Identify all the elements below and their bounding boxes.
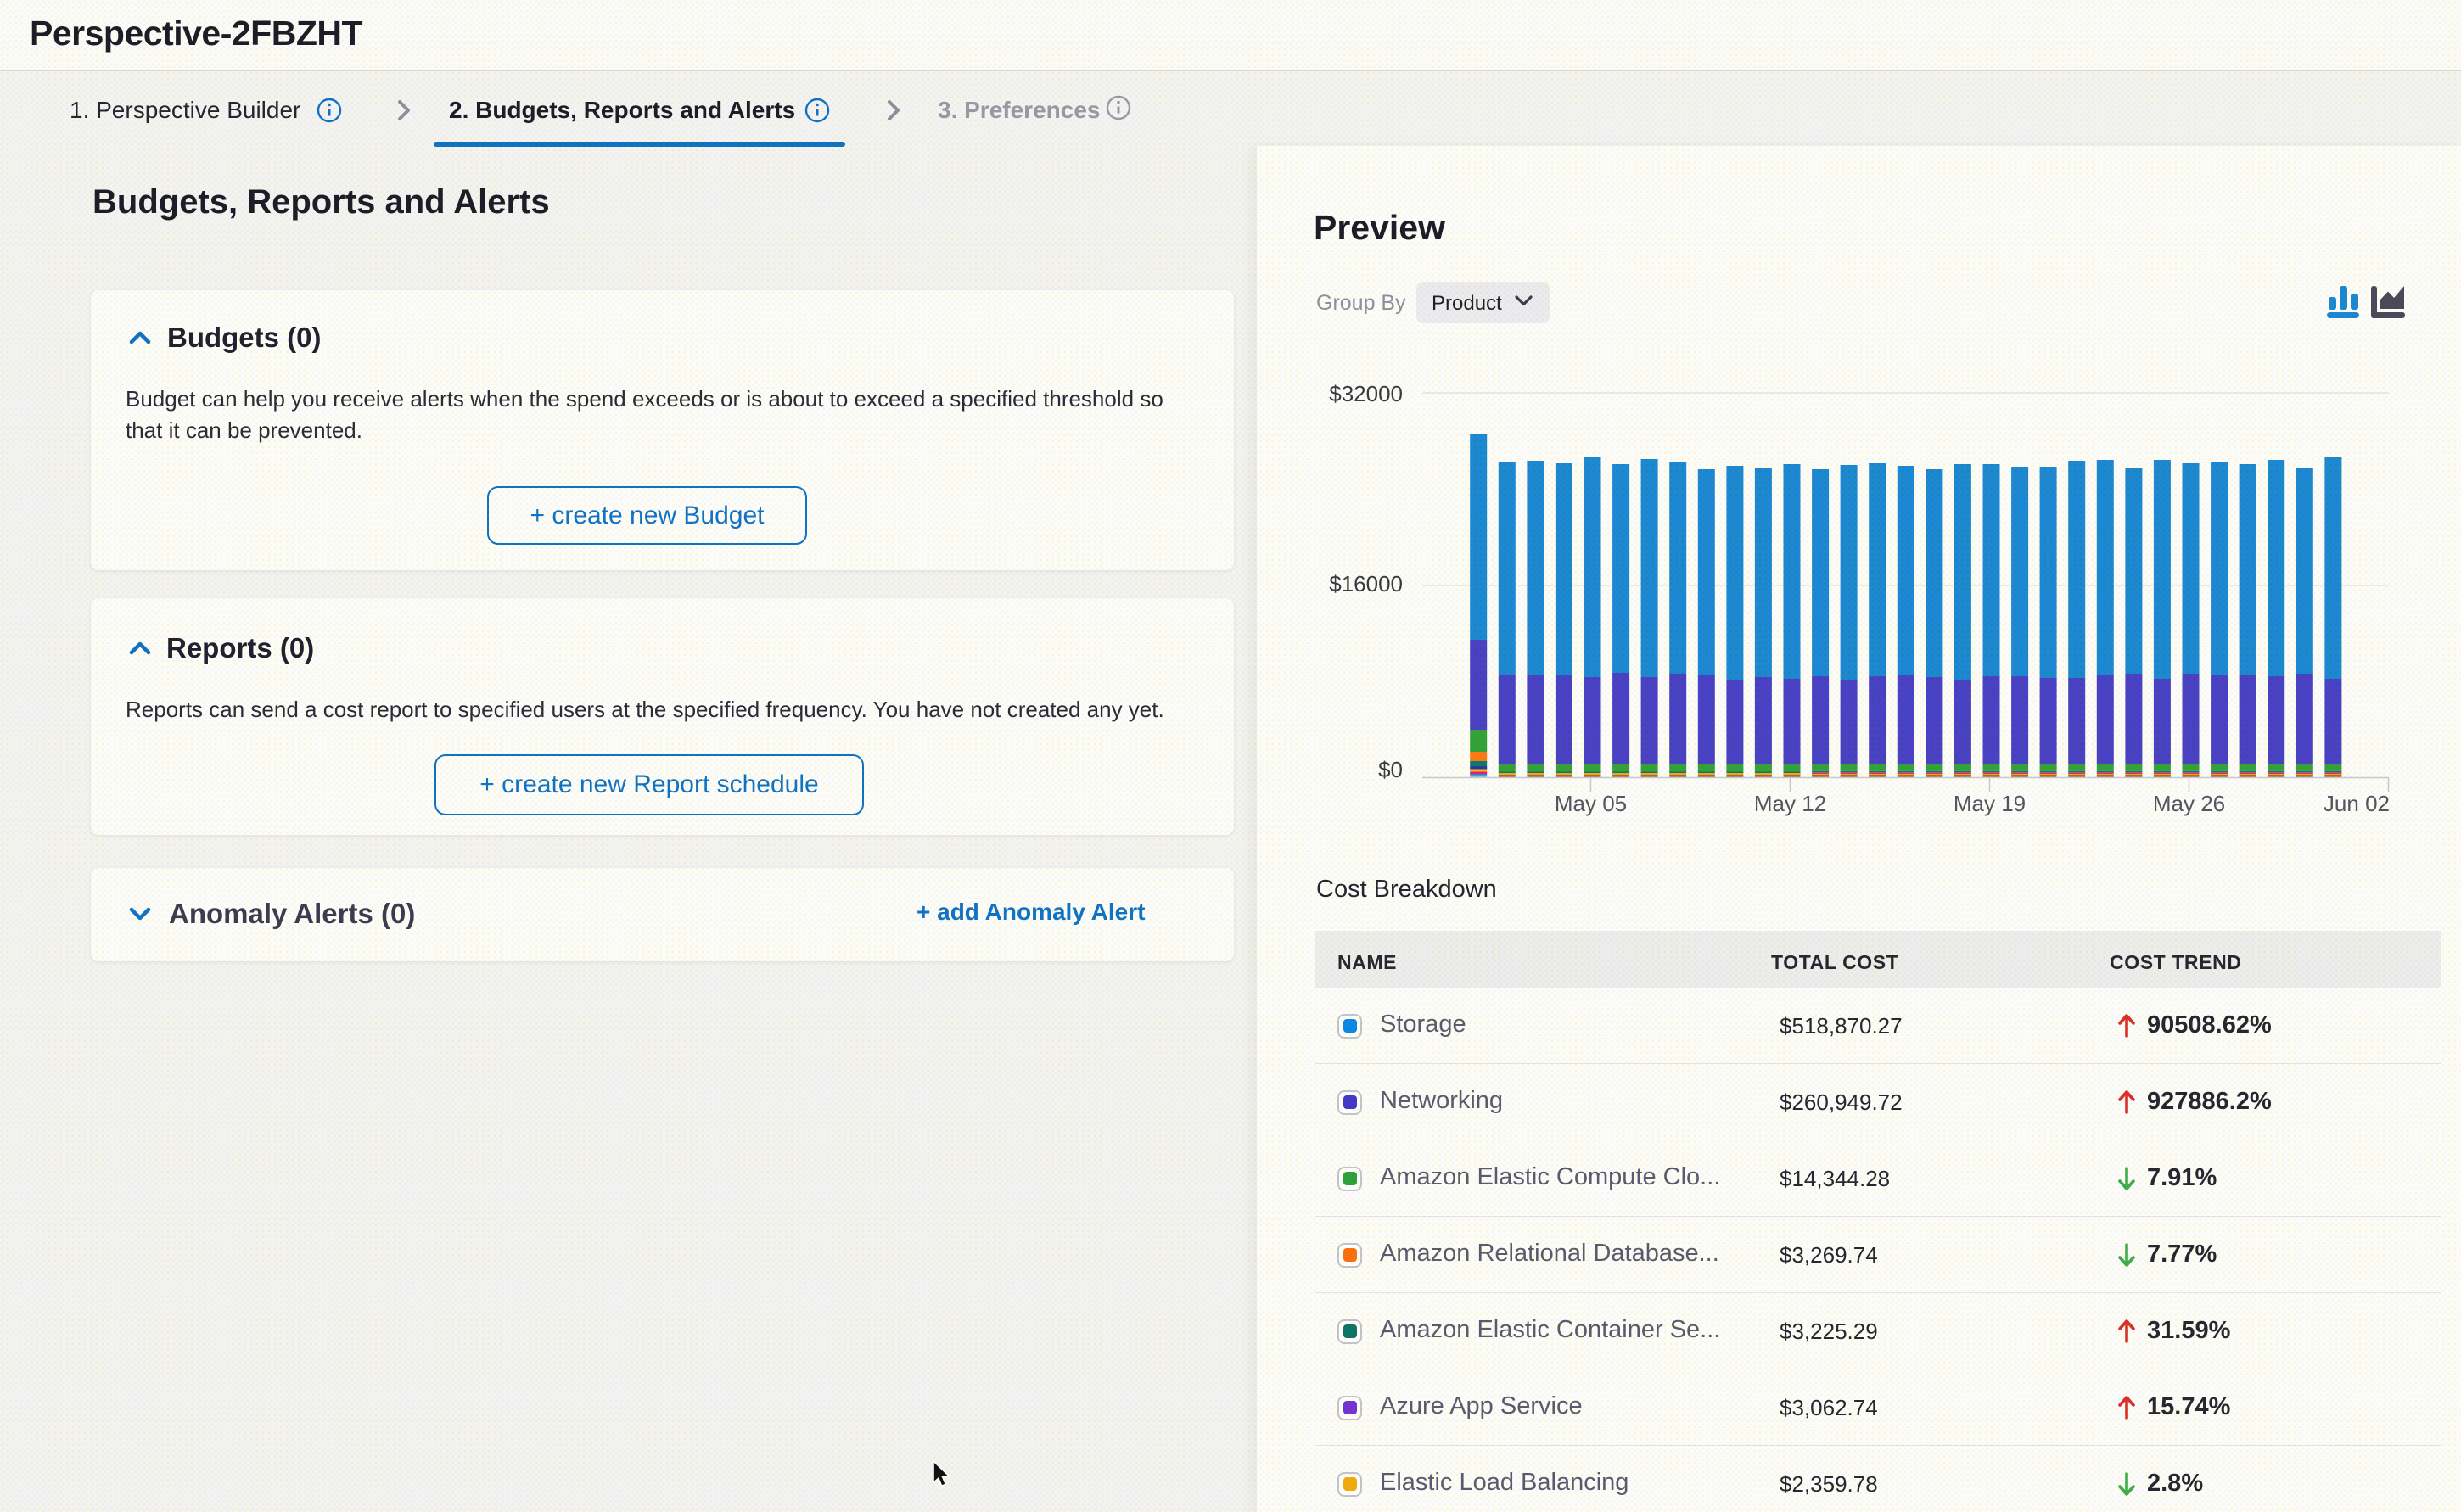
- svg-text:$32000: $32000: [1329, 381, 1403, 406]
- svg-text:May 26: May 26: [2153, 791, 2225, 816]
- svg-text:$16000: $16000: [1329, 571, 1403, 596]
- svg-text:Jun 02: Jun 02: [2324, 791, 2390, 816]
- svg-text:$0: $0: [1378, 757, 1403, 782]
- svg-text:May 12: May 12: [1754, 791, 1826, 816]
- svg-text:May 05: May 05: [1555, 791, 1627, 816]
- svg-text:May 19: May 19: [1954, 791, 2026, 816]
